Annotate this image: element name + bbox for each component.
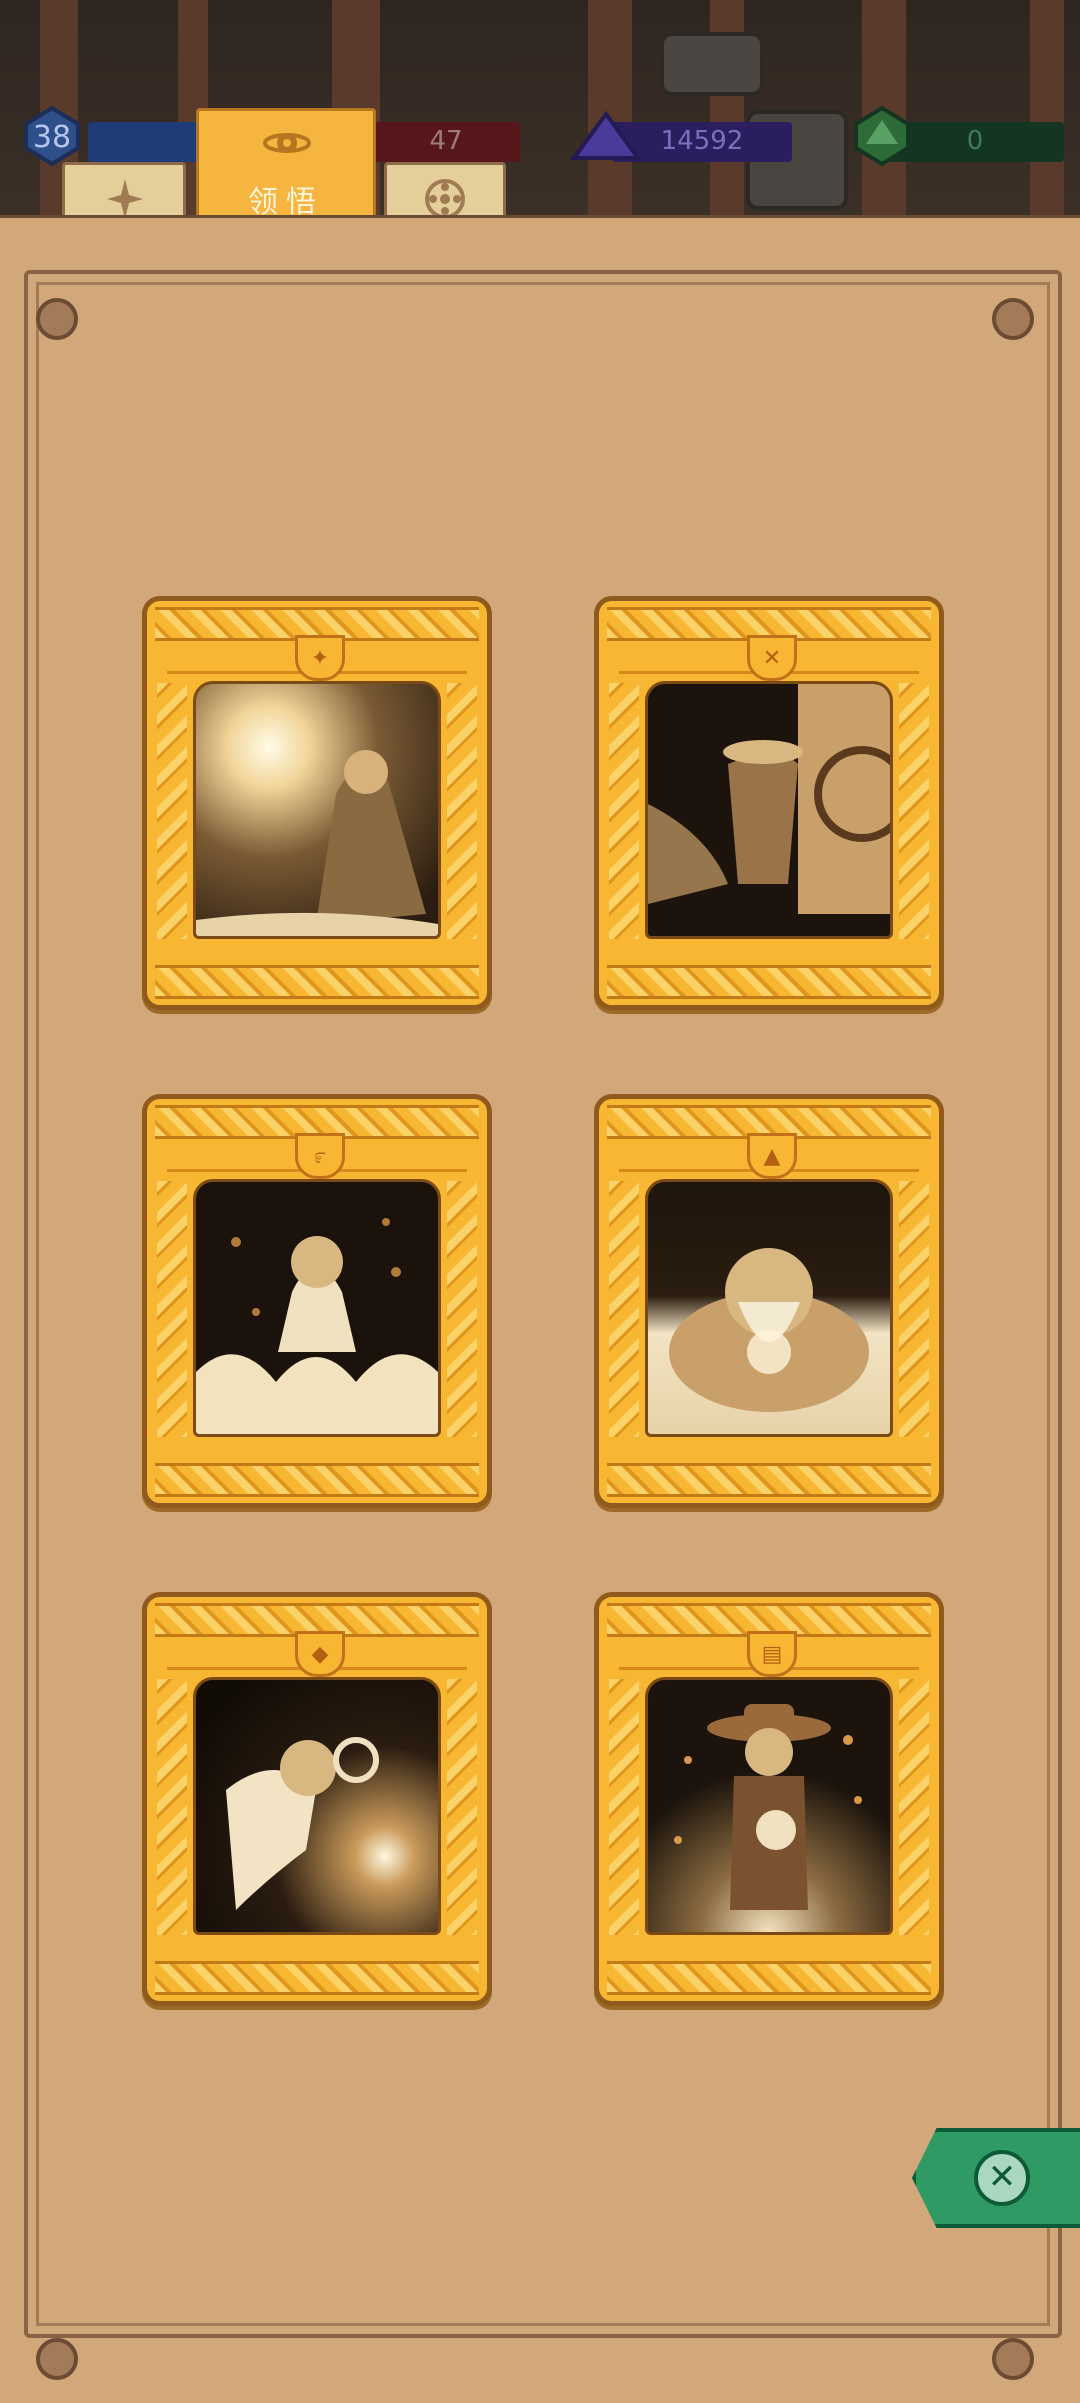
card-side-pattern [899,683,929,939]
red-resource-bar: 47 [372,122,520,162]
card-side-pattern [157,1679,187,1935]
card-artwork [193,681,441,939]
level-number: 38 [32,120,72,155]
shield-icon: ✦ [295,635,345,681]
close-icon: ✕ [974,2150,1030,2206]
floating-sleeper-illustration [226,1737,379,1910]
card-side-pattern [609,1181,639,1437]
cloaked-figure-illustration [196,750,438,936]
close-button[interactable]: ✕ [912,2128,1080,2228]
purple-crystal-icon [570,110,642,160]
card-side-pattern [899,1181,929,1437]
card-artwork [645,1179,893,1437]
light-orb-card[interactable]: ✦ [142,596,492,1010]
flame-dancer-card[interactable]: ೯ [142,1094,492,1508]
red-resource-value: 47 [429,126,463,156]
xp-bar [88,122,200,162]
corner-ornament [36,2338,78,2380]
card-side-pattern [447,683,477,939]
card-zigzag-bottom [155,1463,479,1497]
diamond-icon: ◆ [295,1631,345,1677]
card-artwork [193,1179,441,1437]
card-zigzag-bottom [607,1463,931,1497]
triangle-icon: ▲ [747,1133,797,1179]
swirl-icon: ೯ [295,1133,345,1179]
card-side-pattern [157,1181,187,1437]
floating-sleeper-card[interactable]: ◆ [142,1592,492,2006]
stone-block [660,32,764,96]
door-card[interactable]: ✕ [594,596,944,1010]
cowboy-illustration [674,1704,862,1910]
card-side-pattern [609,683,639,939]
crossed-arrows-icon: ✕ [747,635,797,681]
card-side-pattern [447,1181,477,1437]
corner-ornament [36,298,78,340]
tree-trunk [1030,0,1064,240]
card-side-pattern [899,1679,929,1935]
card-side-pattern [609,1679,639,1935]
green-gem-icon [854,105,910,167]
bearded-sage-card[interactable]: ▲ [594,1094,944,1508]
card-zigzag-bottom [607,965,931,999]
card-artwork [645,681,893,939]
corner-ornament [992,298,1034,340]
card-side-pattern [447,1679,477,1935]
eye-planet-icon [263,133,311,153]
card-zigzag-bottom [155,1961,479,1995]
cowboy-card[interactable]: ▤ [594,1592,944,2006]
card-zigzag-bottom [607,1961,931,1995]
tab-comprehension[interactable]: 领悟 [196,108,376,232]
card-artwork [645,1677,893,1935]
bars-icon: ▤ [747,1631,797,1677]
card-artwork [193,1677,441,1935]
door-figure-illustration [648,684,890,914]
card-zigzag-bottom [155,965,479,999]
bearded-sage-illustration [669,1248,869,1412]
corner-ornament [992,2338,1034,2380]
card-side-pattern [157,683,187,939]
flame-dancer-illustration [196,1218,438,1434]
